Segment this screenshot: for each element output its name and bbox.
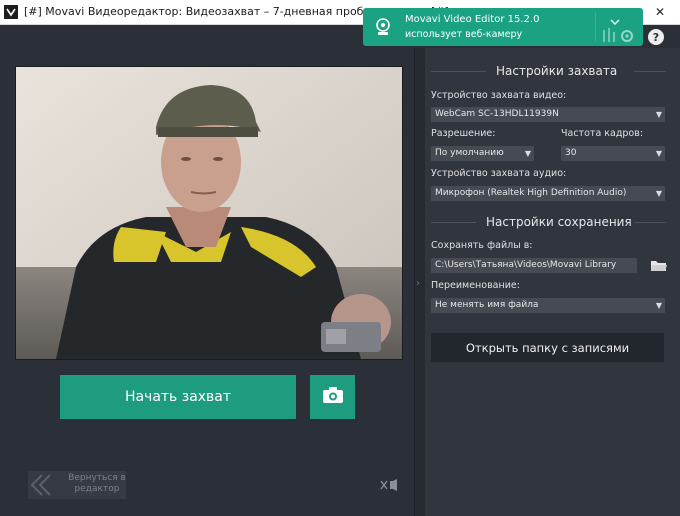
section-divider [634,71,666,72]
camera-icon [322,386,344,408]
notification-subtitle: использует веб-камеру [405,29,523,40]
folder-icon [650,258,668,277]
browse-folder-button[interactable] [650,258,668,273]
snapshot-button[interactable] [310,375,355,419]
save-path-field[interactable]: C:\Users\Татьяна\Videos\Movavi Library [431,258,637,273]
dropdown-arrow-icon: ▼ [524,149,531,158]
save-settings-title: Настройки сохранения [486,215,632,229]
dropdown-arrow-icon: ▼ [655,189,662,198]
section-divider [431,71,486,72]
resolution-label: Разрешение: [431,128,496,139]
save-to-label: Сохранять файлы в: [431,240,533,251]
framerate-select[interactable]: 30 ▼ [561,146,665,161]
audio-device-select[interactable]: Микрофон (Realtek High Definition Audio)… [431,186,665,201]
dropdown-arrow-icon: ▼ [655,301,662,310]
help-button[interactable]: ? [648,29,664,45]
back-label: Вернуться в редактор [68,473,126,494]
open-recordings-folder-button[interactable]: Открыть папку с записями [431,333,664,362]
dropdown-arrow-icon: ▼ [655,149,662,158]
resolution-select[interactable]: По умолчанию ▼ [431,146,534,161]
webcam-preview [15,66,403,360]
audio-device-value: Микрофон (Realtek High Definition Audio) [435,188,627,198]
framerate-label: Частота кадров: [561,128,644,139]
resolution-value: По умолчанию [435,148,504,158]
video-device-value: WebCam SC-13HDL11939N [435,109,559,119]
movavi-app-icon [4,5,18,19]
section-divider [634,222,666,223]
section-divider [431,222,476,223]
framerate-value: 30 [565,148,577,158]
back-to-editor-button[interactable]: Вернуться в редактор [28,471,126,499]
video-device-label: Устройство захвата видео: [431,90,567,101]
mute-audio-icon[interactable] [380,477,400,491]
double-chevron-left-icon [30,473,56,501]
notification-title: Movavi Video Editor 15.2.0 [405,14,540,25]
dropdown-arrow-icon: ▼ [655,110,662,119]
webcam-notification[interactable]: Movavi Video Editor 15.2.0 использует ве… [363,8,643,46]
notification-controls [594,8,643,46]
audio-device-label: Устройство захвата аудио: [431,168,567,179]
rename-select[interactable]: Не менять имя файла ▼ [431,298,665,313]
webcam-icon [373,17,393,37]
collapse-chevron-icon[interactable]: › [416,278,420,289]
video-device-select[interactable]: WebCam SC-13HDL11939N ▼ [431,107,665,122]
start-capture-button[interactable]: Начать захват [60,375,296,419]
rename-value: Не менять имя файла [435,300,539,310]
close-button[interactable]: ✕ [640,0,680,24]
rename-label: Переименование: [431,280,520,291]
capture-settings-title: Настройки захвата [496,64,618,78]
